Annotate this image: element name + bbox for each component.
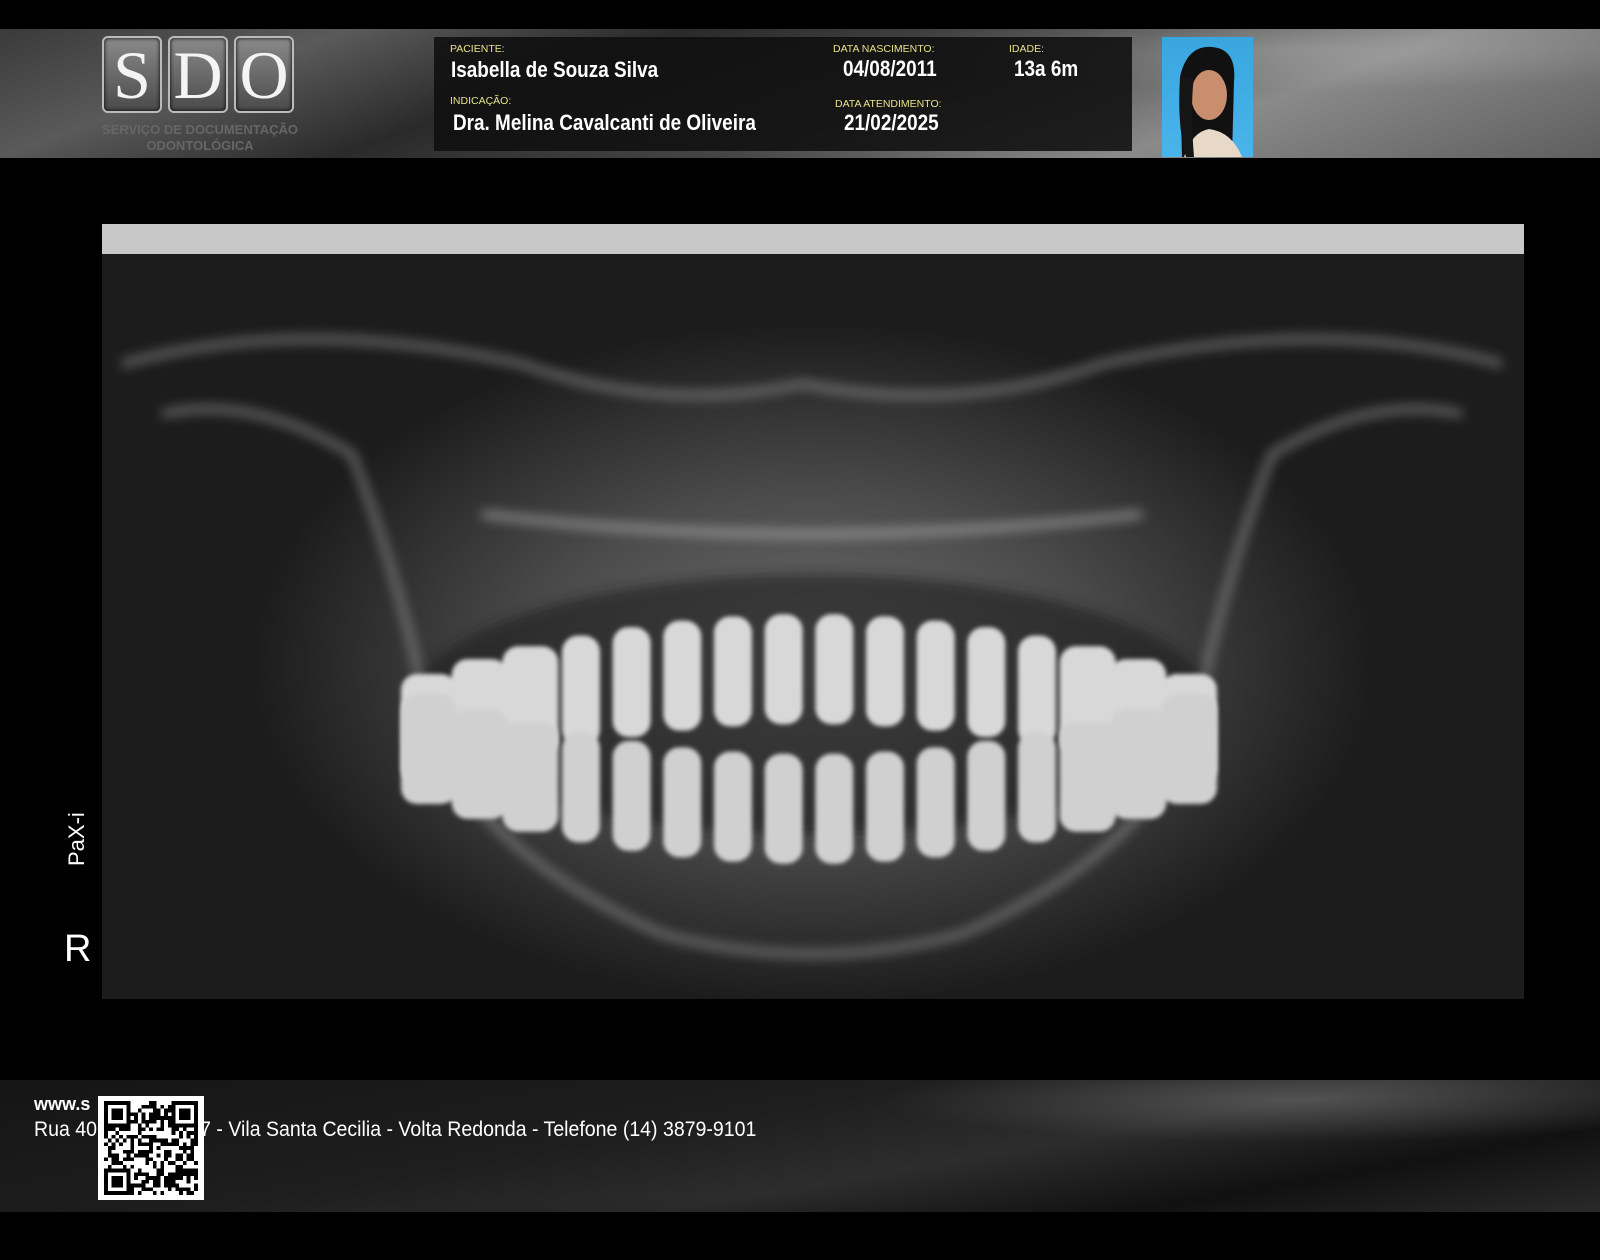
device-label: PaX-i — [64, 812, 89, 866]
tooth-shape — [451, 708, 508, 819]
birth-date-value: 04/08/2011 — [843, 56, 937, 81]
tooth-shape — [401, 694, 457, 804]
visit-date-value: 21/02/2025 — [844, 110, 939, 135]
tooth-shape — [562, 635, 600, 746]
patient-name: Isabella de Souza Silva — [451, 57, 659, 82]
tooth-shape — [916, 747, 955, 858]
indication-value: Dra. Melina Cavalcanti de Oliveira — [453, 110, 756, 135]
tooth-shape — [866, 616, 904, 727]
tooth-shape — [663, 620, 702, 731]
sdo-logo: S D O — [102, 36, 294, 113]
side-marker: R — [64, 928, 92, 970]
age-value: 13a 6m — [1014, 56, 1079, 81]
tooth-shape — [1059, 721, 1116, 832]
tooth-shape — [764, 753, 803, 864]
tooth-shape — [1018, 732, 1056, 843]
tooth-shape — [967, 627, 1006, 738]
age-label: IDADE: — [1009, 43, 1045, 55]
footer-banner: www.s Rua 40 ... a 506/507 - Vila Santa … — [0, 1080, 1600, 1212]
patient-photo — [1162, 37, 1253, 157]
tooth-shape — [663, 747, 702, 858]
tooth-shape — [916, 620, 955, 731]
patient-info-panel: PACIENTE: Isabella de Souza Silva INDICA… — [434, 37, 1132, 151]
tooth-shape — [764, 614, 803, 725]
logo-subtitle: SERVIÇO DE DOCUMENTAÇÃO ODONTOLÓGICA — [102, 122, 298, 153]
logo-letter: D — [168, 36, 228, 113]
tooth-shape — [714, 751, 752, 862]
patient-label: PACIENTE: — [450, 43, 505, 55]
tooth-shape — [866, 751, 904, 862]
tooth-shape — [1018, 635, 1056, 746]
logo-letter: O — [234, 36, 294, 113]
tooth-shape — [612, 627, 651, 738]
tooth-shape — [1110, 708, 1167, 819]
tooth-shape — [562, 732, 600, 843]
qr-code[interactable] — [98, 1096, 204, 1200]
indication-label: INDICAÇÃO: — [450, 95, 512, 107]
tooth-shape — [967, 740, 1006, 851]
tooth-shape — [815, 614, 854, 725]
tooth-shape — [815, 753, 854, 864]
tooth-shape — [502, 721, 559, 832]
logo-letter: S — [102, 36, 162, 113]
tooth-shape — [612, 740, 651, 851]
visit-date-label: DATA ATENDIMENTO: — [835, 98, 942, 110]
tooth-shape — [1161, 694, 1217, 804]
tooth-shape — [714, 616, 752, 727]
website-link[interactable]: www.s — [34, 1094, 90, 1115]
birth-date-label: DATA NASCIMENTO: — [833, 43, 935, 55]
header-banner: S D O SERVIÇO DE DOCUMENTAÇÃO ODONTOLÓGI… — [0, 29, 1600, 158]
panoramic-xray-image — [102, 224, 1524, 999]
